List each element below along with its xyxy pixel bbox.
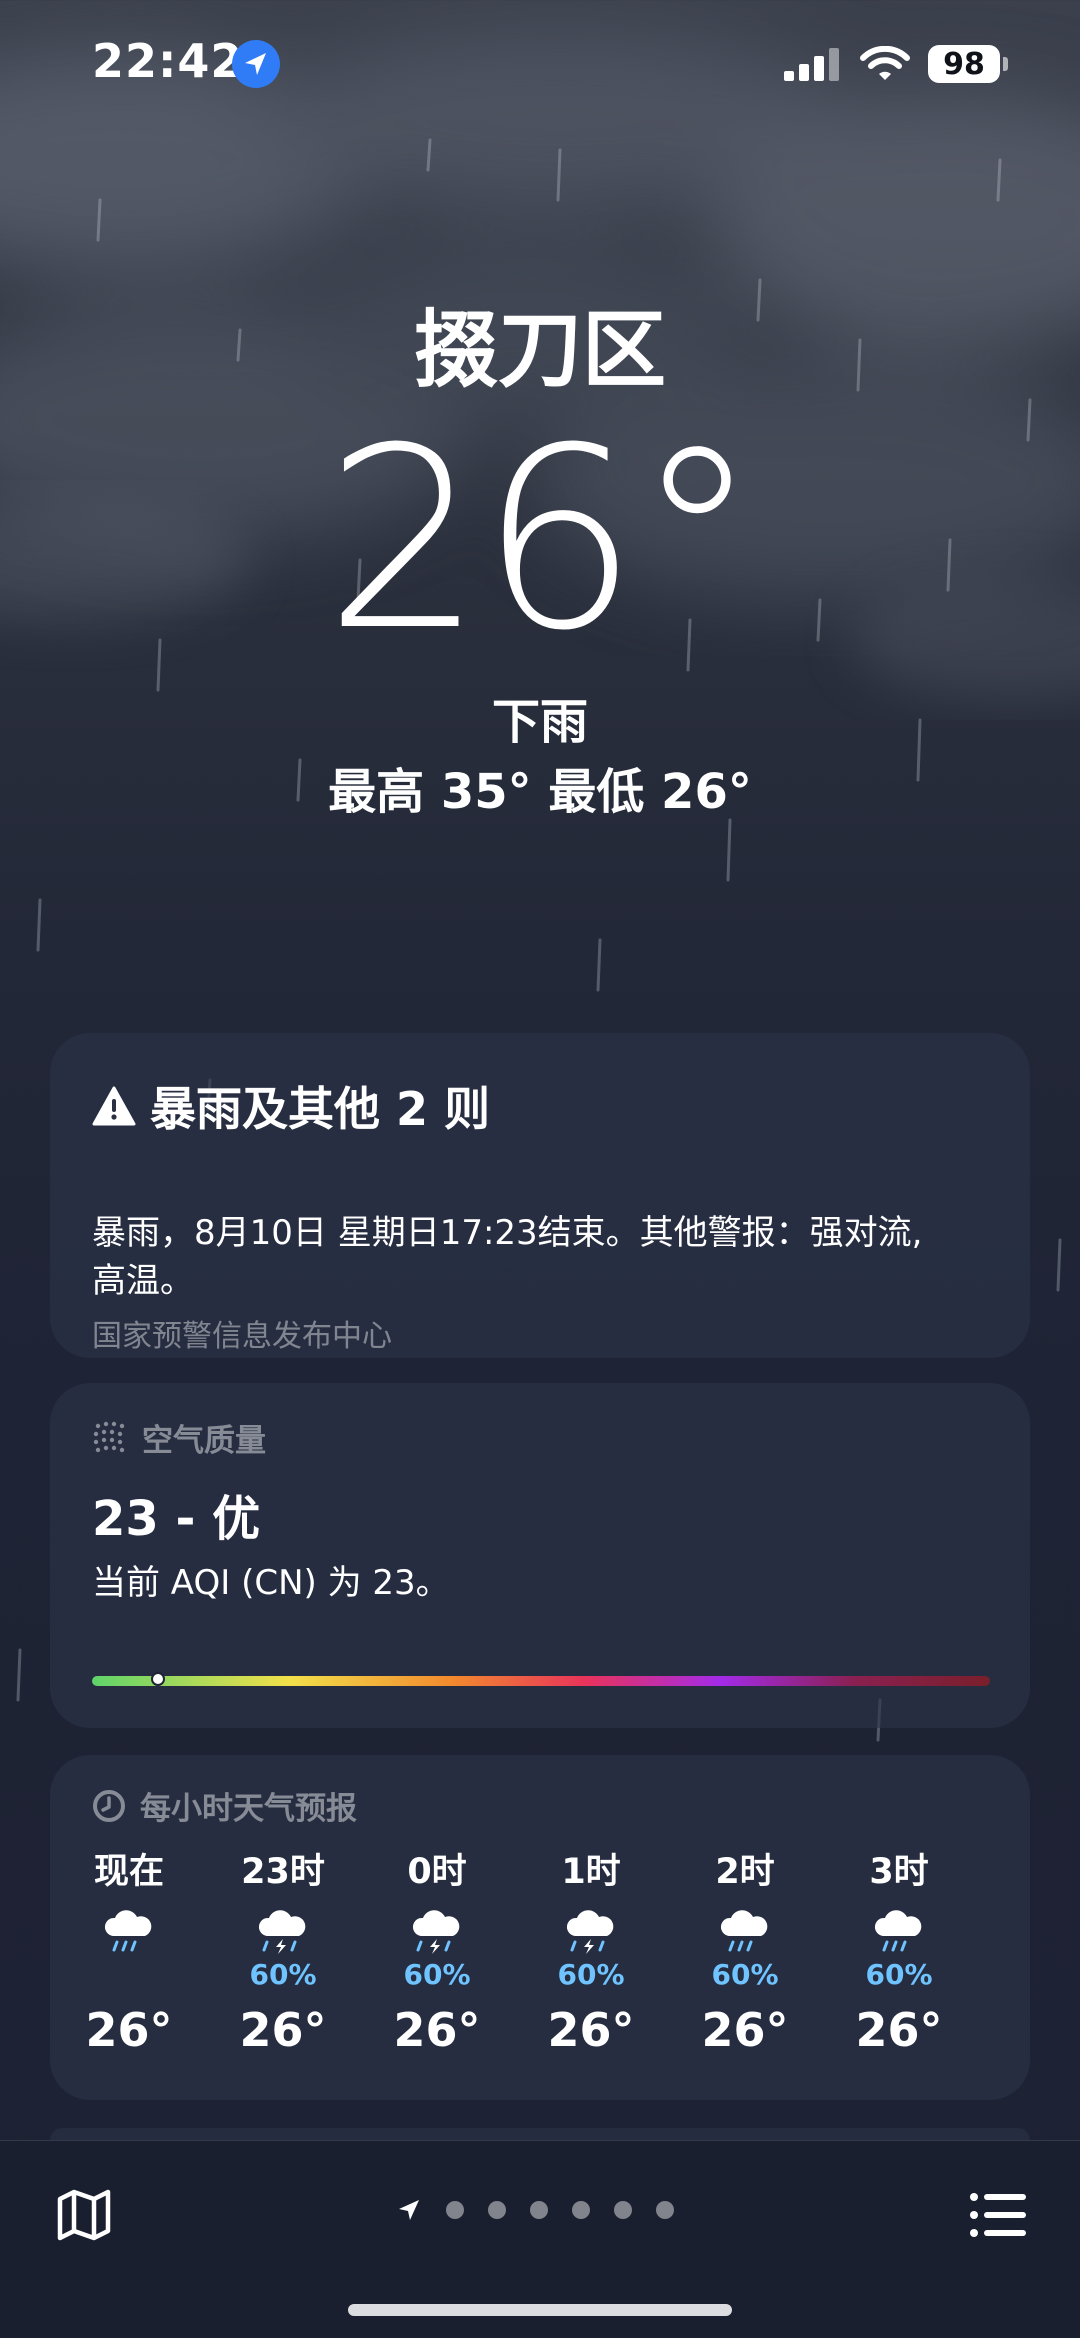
hourly-forecast-header: 每小时天气预报 (92, 1783, 357, 1828)
hourly-item: 2时 60% 26° (690, 1850, 800, 2058)
status-time: 22:42 (92, 34, 244, 88)
high-low-temperature: 最高 35° 最低 26° (328, 764, 752, 820)
home-indicator[interactable] (348, 2304, 732, 2316)
hourly-item: 23时 60% 26° (228, 1850, 338, 2058)
hourly-item: 现在 26° (74, 1850, 184, 2058)
warning-triangle-icon (92, 1086, 136, 1126)
cloud-thunderstorm-icon (566, 1910, 614, 1954)
hourly-temperature: 26° (239, 2003, 327, 2057)
hourly-temperature: 26° (701, 2003, 789, 2057)
page-dot[interactable] (530, 2201, 548, 2219)
cloud-thunderstorm-icon (258, 1910, 306, 1954)
hourly-item: 0时 60% 26° (382, 1850, 492, 2058)
page-dot[interactable] (572, 2201, 590, 2219)
air-quality-header: 空气质量 (92, 1415, 266, 1460)
hourly-temperature: 26° (85, 2003, 173, 2057)
weather-alert-card[interactable]: 暴雨及其他 2 则 暴雨，8月10日 星期日17:23结束。其他警报：强对流, … (50, 1033, 1030, 1358)
page-dot[interactable] (446, 2201, 464, 2219)
page-dot[interactable] (614, 2201, 632, 2219)
cloud-thunderstorm-icon (412, 1910, 460, 1954)
aqi-indicator (151, 1672, 166, 1686)
air-quality-title: 空气质量 (142, 1423, 266, 1459)
status-bar: 22:42 98 (0, 0, 1080, 130)
alert-body: 暴雨，8月10日 星期日17:23结束。其他警报：强对流, 高温。 (92, 1213, 923, 1301)
air-particles-icon (93, 1421, 125, 1452)
clock-icon (93, 1789, 125, 1822)
cloud-rain-icon (874, 1910, 922, 1952)
cellular-signal-icon (784, 48, 839, 81)
aqi-value: 23 - 优 (92, 1491, 261, 1547)
battery-indicator: 98 (928, 45, 1008, 83)
bottom-toolbar (0, 2140, 1080, 2338)
city-name: 掇刀区 (413, 301, 666, 399)
precipitation-chance: 60% (249, 1958, 317, 1991)
aqi-scale-bar (92, 1672, 990, 1686)
precipitation-chance: 60% (557, 1958, 625, 1991)
current-weather: 掇刀区 26° 下雨 最高 35° 最低 26° (0, 300, 1080, 822)
page-dot[interactable] (488, 2201, 506, 2219)
cloud-rain-icon (104, 1910, 152, 1952)
hourly-time-label: 现在 (93, 1852, 164, 1892)
current-temperature: 26° (324, 394, 759, 685)
aqi-description: 当前 AQI (CN) 为 23。 (92, 1563, 450, 1603)
precipitation-chance (74, 1958, 184, 1992)
hourly-temperature: 26° (855, 2003, 943, 2057)
hourly-time-label: 23时 (241, 1852, 325, 1892)
hourly-forecast-title: 每小时天气预报 (140, 1791, 357, 1827)
hourly-item: 1时 60% 26° (536, 1850, 646, 2058)
page-indicator[interactable] (396, 2197, 674, 2223)
air-quality-card[interactable]: 空气质量 23 - 优 当前 AQI (CN) 为 23。 (50, 1383, 1030, 1728)
status-icons: 98 (784, 40, 1008, 88)
current-location-page-icon[interactable] (396, 2197, 422, 2223)
precipitation-chance: 60% (865, 1958, 933, 1991)
alert-source: 国家预警信息发布中心 (92, 1319, 392, 1354)
hourly-forecast-card[interactable]: 每小时天气预报 现在 26° 23时 60% 26° 0时 60% 26° 1时 60% 26° 2时… (50, 1755, 1030, 2100)
next-card-edge (50, 2128, 1030, 2140)
precipitation-chance: 60% (711, 1958, 779, 1991)
hourly-temperature: 26° (547, 2003, 635, 2057)
map-icon[interactable] (52, 2183, 116, 2247)
hourly-temperature: 26° (393, 2003, 481, 2057)
hourly-time-label: 3时 (869, 1852, 929, 1892)
weather-condition: 下雨 (491, 694, 588, 750)
wifi-icon (860, 46, 910, 80)
location-arrow-icon (232, 40, 280, 88)
hourly-item: 3时 60% 26° (844, 1850, 954, 2058)
cloud-rain-icon (720, 1910, 768, 1952)
hourly-time-label: 2时 (715, 1852, 775, 1892)
alert-title-row: 暴雨及其他 2 则 (92, 1073, 490, 1139)
precipitation-chance: 60% (403, 1958, 471, 1991)
list-icon[interactable] (966, 2183, 1030, 2247)
alert-title: 暴雨及其他 2 则 (150, 1082, 491, 1136)
page-dot[interactable] (656, 2201, 674, 2219)
hourly-time-label: 0时 (407, 1852, 467, 1892)
hourly-forecast-row[interactable]: 现在 26° 23时 60% 26° 0时 60% 26° 1时 60% 26° 2时 60% 26° 3时… (50, 1850, 1030, 2080)
hourly-time-label: 1时 (561, 1852, 621, 1892)
